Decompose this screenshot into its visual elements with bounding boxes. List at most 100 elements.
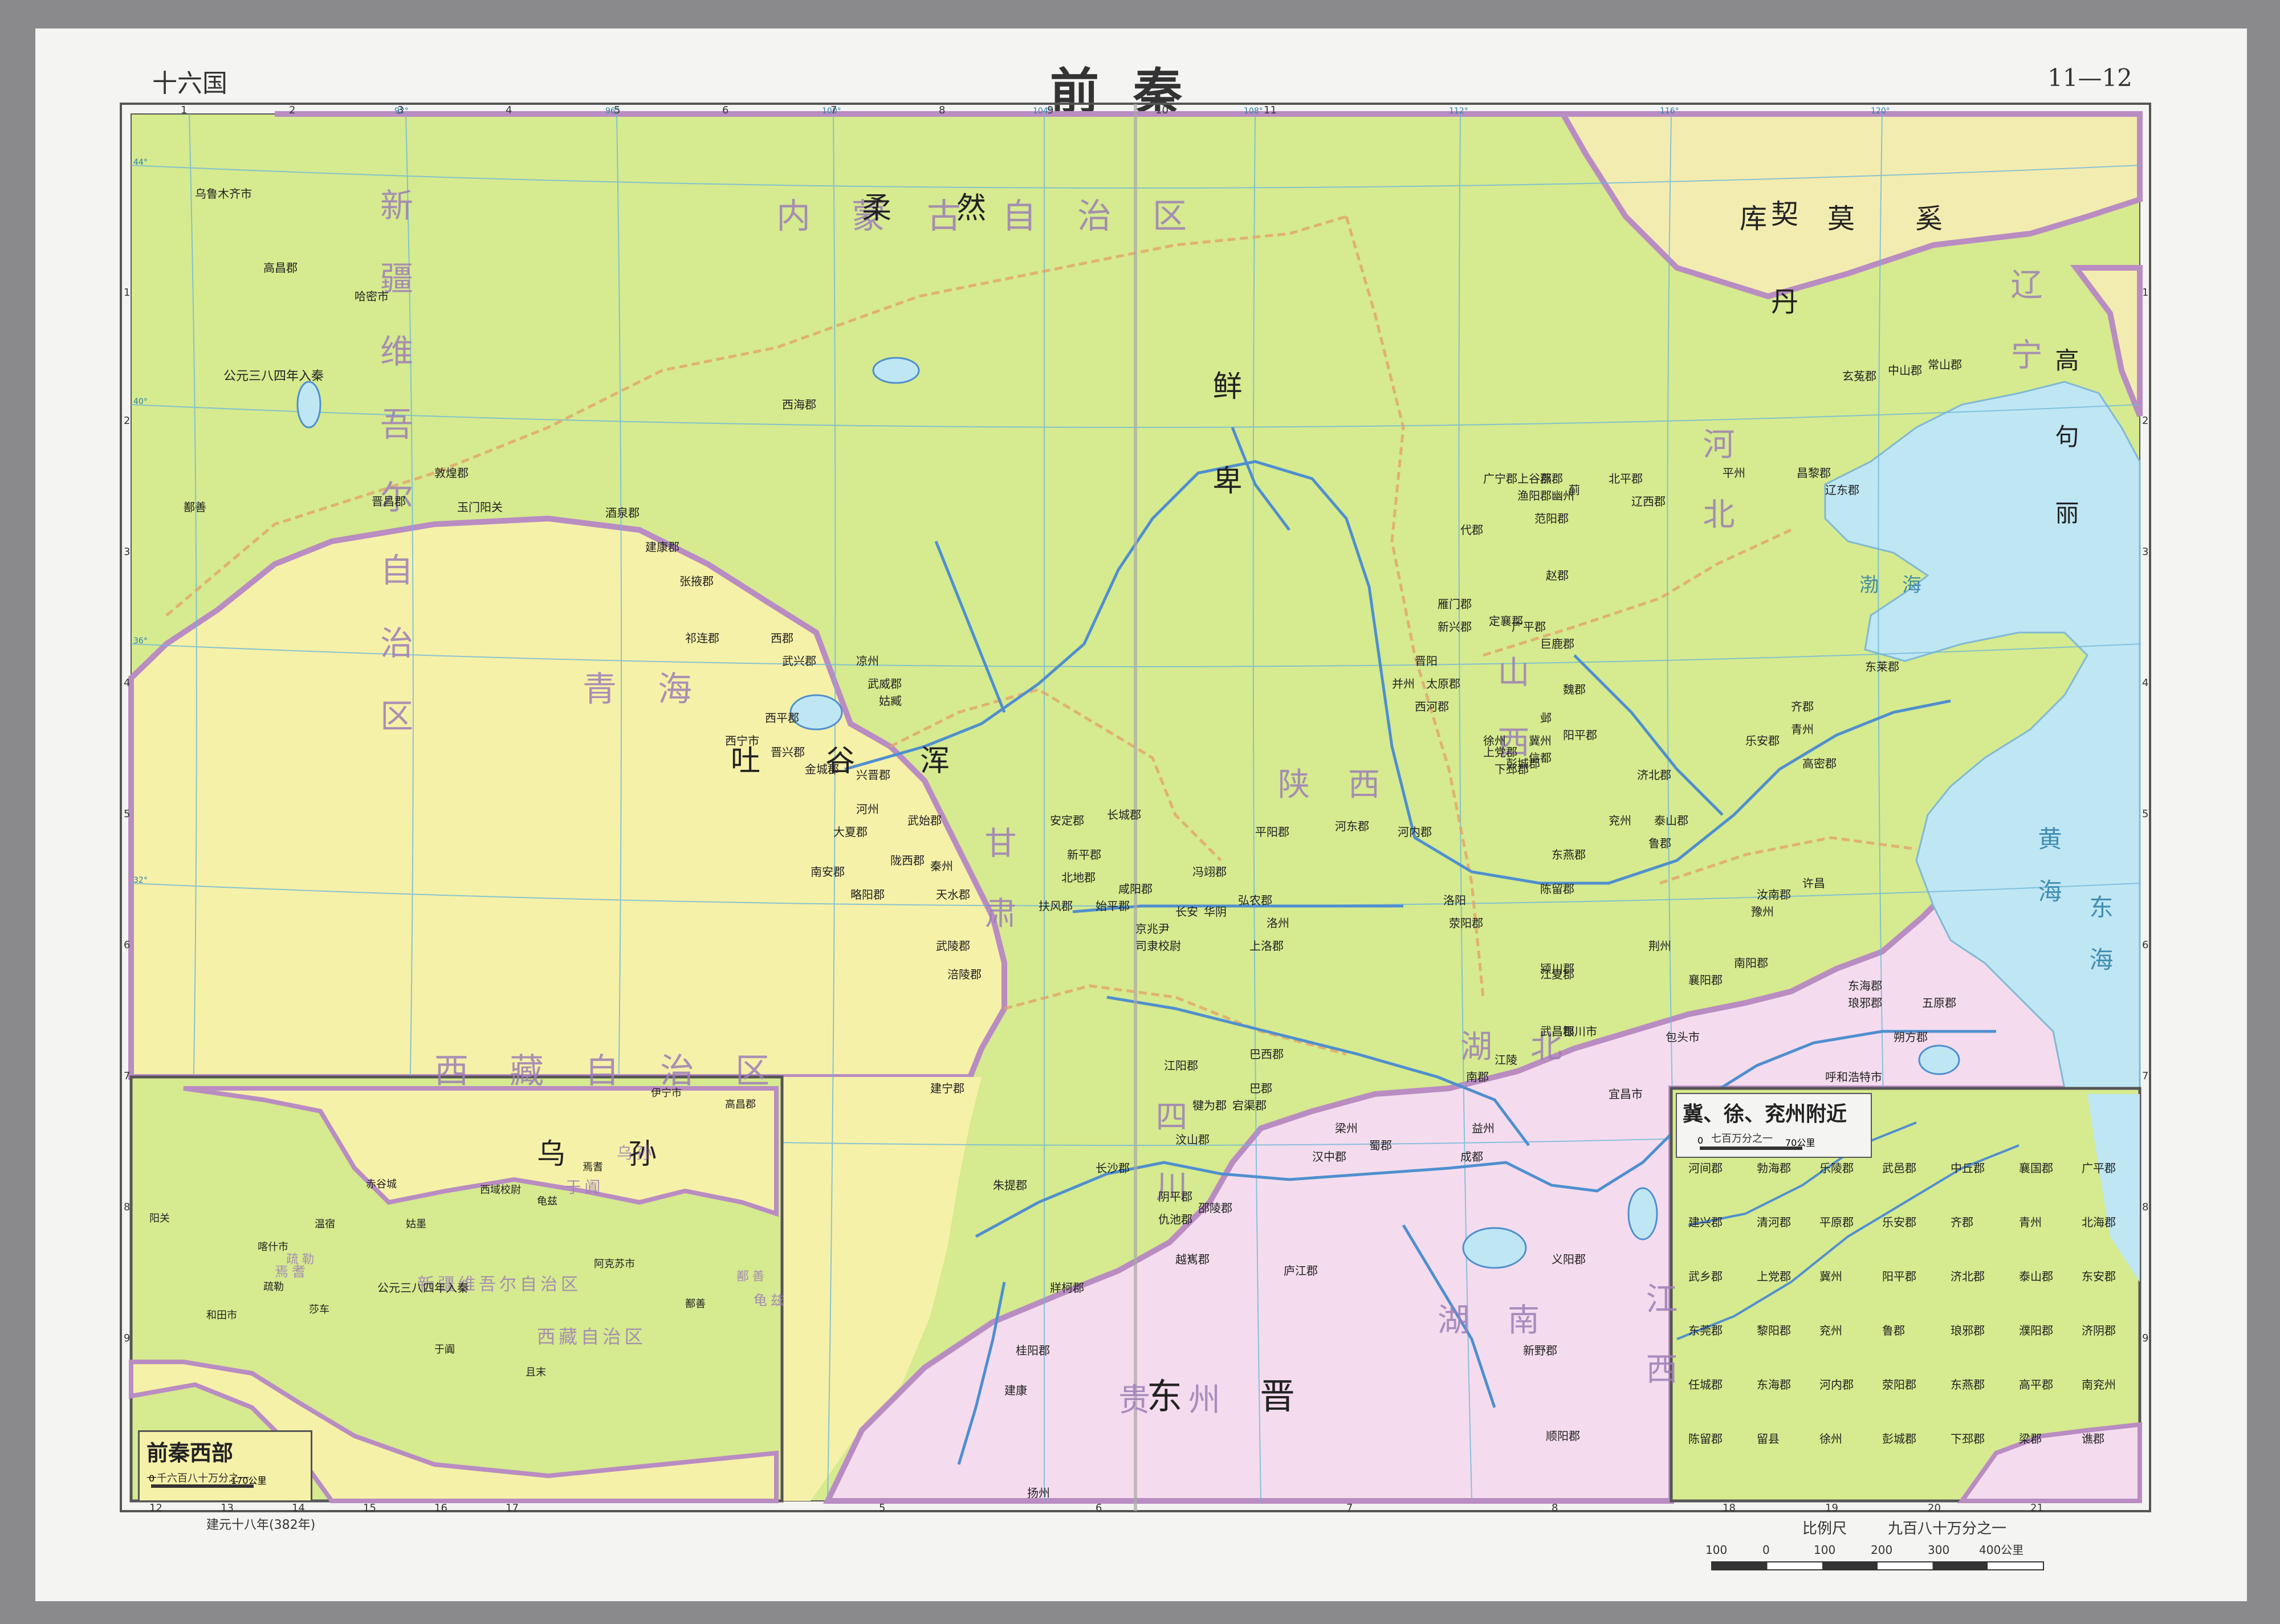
inset-west-place-16: 和田市	[206, 1309, 237, 1321]
grid-col-top-2: 2	[289, 104, 296, 116]
place-label-57: 鲁郡	[1648, 837, 1671, 850]
place-label-0: 乌鲁木齐市	[195, 187, 252, 201]
inset-west-place-12: 鄯善	[685, 1298, 706, 1310]
place-label-31: 安定郡	[1050, 814, 1084, 827]
inset-east-place-34: 南兖州	[2082, 1378, 2116, 1392]
place-label-93: 广平郡	[1512, 620, 1546, 634]
place-label-122: 汶山郡	[1175, 1133, 1210, 1146]
place-label-127: 朱提郡	[993, 1178, 1027, 1192]
region-label-13: 江西	[1640, 1282, 1678, 1422]
grid-row-left-5: 5	[124, 808, 131, 820]
place-label-50: 荥阳郡	[1449, 916, 1483, 930]
place-label-7: 鄯善	[184, 500, 206, 514]
inset-west-place-9: 莎车	[309, 1304, 329, 1316]
inset-west-region-2: 乌孙	[617, 1144, 656, 1162]
inset-west-scale-tick-0: 0	[149, 1473, 155, 1484]
inset-east-title: 冀、徐、兖州附近	[1683, 1102, 1847, 1126]
place-label-130: 武陵郡	[936, 939, 970, 953]
place-label-39: 京兆尹	[1135, 922, 1170, 936]
scale-tick-3: 200	[1871, 1543, 1893, 1557]
place-label-47: 河东郡	[1335, 819, 1369, 833]
grid-col-bottom-7: 6	[1096, 1502, 1102, 1514]
place-label-78: 燕郡	[1540, 472, 1563, 485]
meridian-2: 100°	[822, 107, 841, 116]
inset-east-place-41: 谯郡	[2082, 1432, 2104, 1446]
grid-col-bottom-10: 18	[1723, 1502, 1736, 1514]
place-label-81: 北平郡	[1609, 472, 1643, 485]
inset-west-place-3: 姑墨	[406, 1218, 426, 1230]
place-label-42: 华阴	[1204, 905, 1227, 919]
place-label-142: 呼和浩特市	[1825, 1070, 1882, 1084]
inset-west-title-box: 前秦西部 一千六百八十万分之一 0 170公里	[138, 1430, 312, 1502]
inset-west-place-13: 阳关	[149, 1213, 170, 1225]
place-label-3: 敦煌郡	[434, 466, 469, 480]
inset-west-scale: 一千六百八十万分之一	[146, 1472, 249, 1484]
inset-west-place-4: 西域校尉	[480, 1184, 521, 1196]
grid-row-right-5: 5	[2142, 808, 2149, 820]
place-label-17: 姑臧	[879, 694, 902, 708]
place-label-137: 义阳郡	[1552, 1252, 1586, 1266]
inset-east-scale: 七百万分之一	[1711, 1133, 1773, 1145]
inset-east-place-31: 荥阳郡	[1882, 1378, 1916, 1392]
place-label-88: 常山郡	[1928, 358, 1962, 372]
lake-juyan	[872, 357, 920, 384]
grid-col-top-11: 11	[1264, 104, 1277, 116]
place-label-5: 阳关	[480, 500, 503, 514]
place-label-121: 江阳郡	[1164, 1059, 1198, 1072]
place-label-41: 冯翊郡	[1192, 865, 1227, 879]
scale-ratio: 九百八十万分之一	[1888, 1520, 2007, 1537]
place-label-136: 庐江郡	[1284, 1264, 1318, 1278]
scale-tick-5: 400公里	[1979, 1543, 2024, 1557]
place-label-14: 武兴郡	[782, 654, 816, 668]
place-label-23: 兴晋郡	[856, 768, 890, 782]
place-label-61: 东莱郡	[1865, 660, 1899, 674]
grid-row-right-2: 2	[2142, 415, 2149, 427]
place-label-110: 宜昌市	[1609, 1087, 1643, 1101]
inset-east-place-13: 北海郡	[2082, 1215, 2116, 1229]
scale-bar	[1711, 1561, 2044, 1570]
grid-row-left-3: 3	[124, 546, 131, 558]
place-label-100: 豫州	[1751, 905, 1774, 919]
place-label-144: 银川市	[1563, 1025, 1597, 1038]
inset-east-place-20: 东安郡	[2082, 1270, 2116, 1283]
place-label-56: 泰山郡	[1654, 814, 1688, 827]
region-label-4: 西藏自治区	[434, 1051, 811, 1091]
place-label-125: 越嶲郡	[1175, 1252, 1210, 1266]
inset-west-place-5: 龟兹	[537, 1195, 557, 1207]
place-label-53: 东燕郡	[1552, 848, 1586, 862]
grid-col-bottom-12: 20	[1928, 1502, 1941, 1514]
place-label-25: 武始郡	[907, 814, 942, 827]
inset-east-place-0: 河间郡	[1688, 1161, 1723, 1175]
inset-east-place-18: 济北郡	[1951, 1270, 1985, 1283]
place-label-116: 梁州	[1335, 1121, 1358, 1135]
place-label-103: 南阳郡	[1734, 956, 1768, 970]
place-label-70: 雁门郡	[1438, 597, 1472, 611]
inset-east-place-27: 济阴郡	[2082, 1324, 2116, 1337]
inset-east-place-15: 上党郡	[1757, 1270, 1791, 1283]
place-label-40: 司隶校尉	[1135, 939, 1181, 953]
scale-label: 比例尺	[1802, 1520, 1847, 1537]
place-label-60: 高密郡	[1802, 757, 1837, 770]
place-label-32: 新平郡	[1067, 848, 1101, 862]
place-label-124: 仇池郡	[1158, 1213, 1192, 1226]
place-label-115: 汉中郡	[1312, 1150, 1346, 1164]
place-label-114: 蜀郡	[1369, 1139, 1392, 1152]
map-canvas	[120, 103, 2151, 1512]
place-label-59: 齐郡	[1791, 700, 1814, 713]
inset-east-place-7: 建兴郡	[1688, 1215, 1723, 1229]
place-label-94: 阳平郡	[1563, 728, 1597, 742]
place-label-138: 新野郡	[1523, 1344, 1557, 1357]
place-label-98: 东海郡	[1848, 979, 1882, 993]
place-label-86: 玄菟郡	[1842, 369, 1876, 383]
lake-bosten	[296, 381, 321, 429]
map-sheet: 十六国 前秦 11—12 新疆维吾尔自治区 内蒙古自治区 青海 甘肃 西藏自治区…	[35, 28, 2247, 1601]
place-label-8: 酒泉郡	[605, 506, 640, 520]
place-label-69: 西河郡	[1415, 700, 1449, 713]
grid-row-left-9: 9	[124, 1332, 131, 1344]
place-label-18: 西平郡	[765, 711, 799, 725]
place-label-34: 长城郡	[1107, 808, 1141, 822]
place-label-33: 北地郡	[1061, 871, 1096, 884]
inset-west-place-2: 温宿	[315, 1218, 335, 1230]
map-date: 建元十八年(382年)	[206, 1518, 316, 1532]
region-label-11: 湖南	[1438, 1302, 1578, 1339]
